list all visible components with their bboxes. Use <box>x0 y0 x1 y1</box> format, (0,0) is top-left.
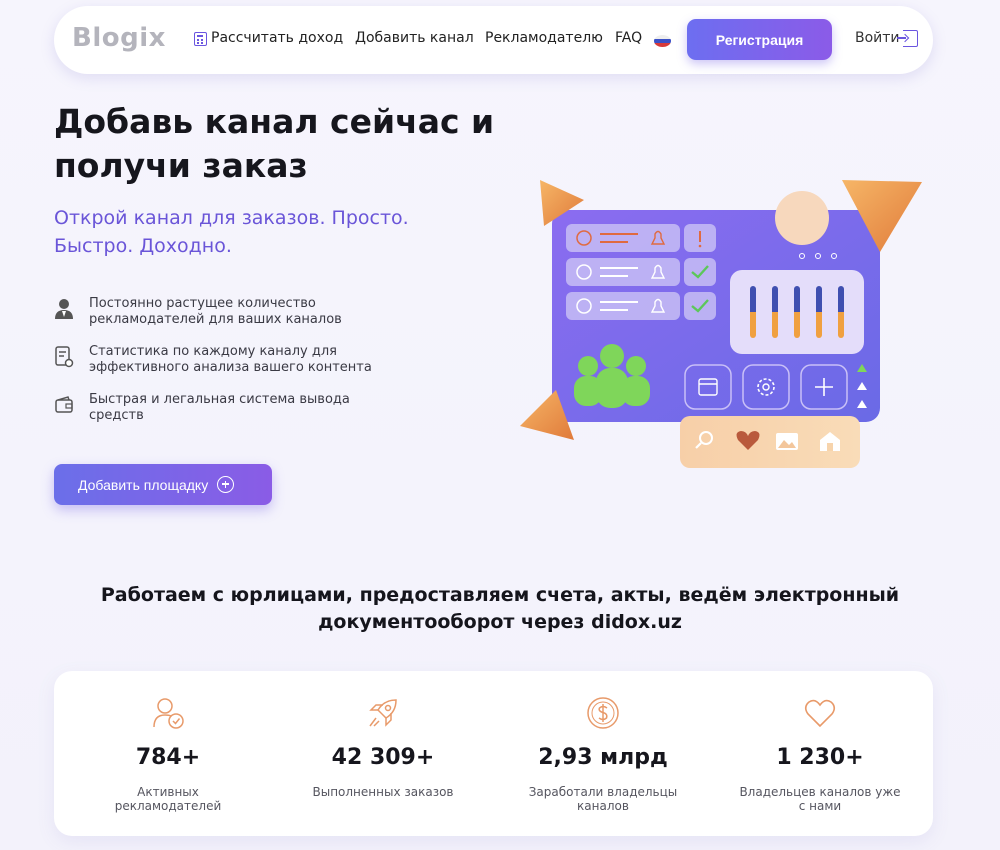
logo[interactable]: Blogix <box>72 23 166 53</box>
stats-panel: 784+ Активных рекламодателей 42 309+ Вып… <box>54 671 933 836</box>
stat-item: 2,93 млрд Заработали владельцы каналов <box>503 671 703 836</box>
stat-value: 2,93 млрд <box>538 745 668 770</box>
hero-subtitle: Открой канал для заказов. Просто. Быстро… <box>54 207 409 257</box>
add-platform-label: Добавить площадку <box>78 476 209 493</box>
list-row <box>566 292 716 320</box>
legal-note: Работаем с юрлицами, предоставляем счета… <box>100 584 900 633</box>
stat-label: Выполненных заказов <box>312 785 454 799</box>
feature-text: Постоянно растущее количество рекламодат… <box>89 296 342 327</box>
nav-calculate-income[interactable]: Рассчитать доход <box>211 30 343 46</box>
feature-item: Быстрая и легальная система вывода средс… <box>54 392 414 428</box>
feature-text: Быстрая и легальная система вывода средс… <box>89 392 350 423</box>
action-bar <box>680 416 860 468</box>
rocket-icon <box>369 699 397 727</box>
feature-text: Статистика по каждому каналу для эффекти… <box>89 344 372 375</box>
user-check-icon <box>153 698 184 729</box>
stat-label: Активных рекламодателей <box>114 785 222 813</box>
nav-faq[interactable]: FAQ <box>615 30 642 46</box>
stat-item: 784+ Активных рекламодателей <box>68 671 268 836</box>
login-link[interactable]: Войти <box>855 30 900 46</box>
decor-circle <box>775 191 829 245</box>
plus-circle-icon <box>217 476 235 493</box>
feature-item: Статистика по каждому каналу для эффекти… <box>54 344 414 380</box>
heart-icon <box>804 699 836 728</box>
feature-item: Постоянно растущее количество рекламодат… <box>54 296 414 332</box>
nav-advertiser[interactable]: Рекламодателю <box>485 30 603 46</box>
nav-add-channel[interactable]: Добавить канал <box>355 30 474 46</box>
list-row <box>566 258 716 286</box>
list-row <box>566 224 716 252</box>
language-flag-icon[interactable] <box>654 35 671 47</box>
user-icon <box>55 299 73 319</box>
wallet-icon <box>55 396 73 413</box>
stat-item: 42 309+ Выполненных заказов <box>283 671 483 836</box>
stat-label: Владельцев каналов уже с нами <box>739 785 901 813</box>
hero-title: Добавь канал сейчас и получи заказ <box>54 102 495 185</box>
login-icon[interactable] <box>897 30 918 47</box>
stat-value: 42 309+ <box>331 745 435 770</box>
dashboard-illustration <box>520 180 922 468</box>
calculator-icon[interactable] <box>194 32 207 46</box>
stat-value: 784+ <box>135 745 201 770</box>
stat-value: 1 230+ <box>776 745 864 770</box>
stat-item: 1 230+ Владельцев каналов уже с нами <box>720 671 920 836</box>
add-platform-button[interactable]: Добавить площадку <box>54 464 272 505</box>
stat-label: Заработали владельцы каналов <box>528 785 678 813</box>
top-navbar: Blogix Рассчитать доход Добавить канал Р… <box>54 6 933 74</box>
dollar-icon <box>587 697 619 729</box>
document-stats-icon <box>55 346 74 368</box>
register-button[interactable]: Регистрация <box>687 19 832 60</box>
